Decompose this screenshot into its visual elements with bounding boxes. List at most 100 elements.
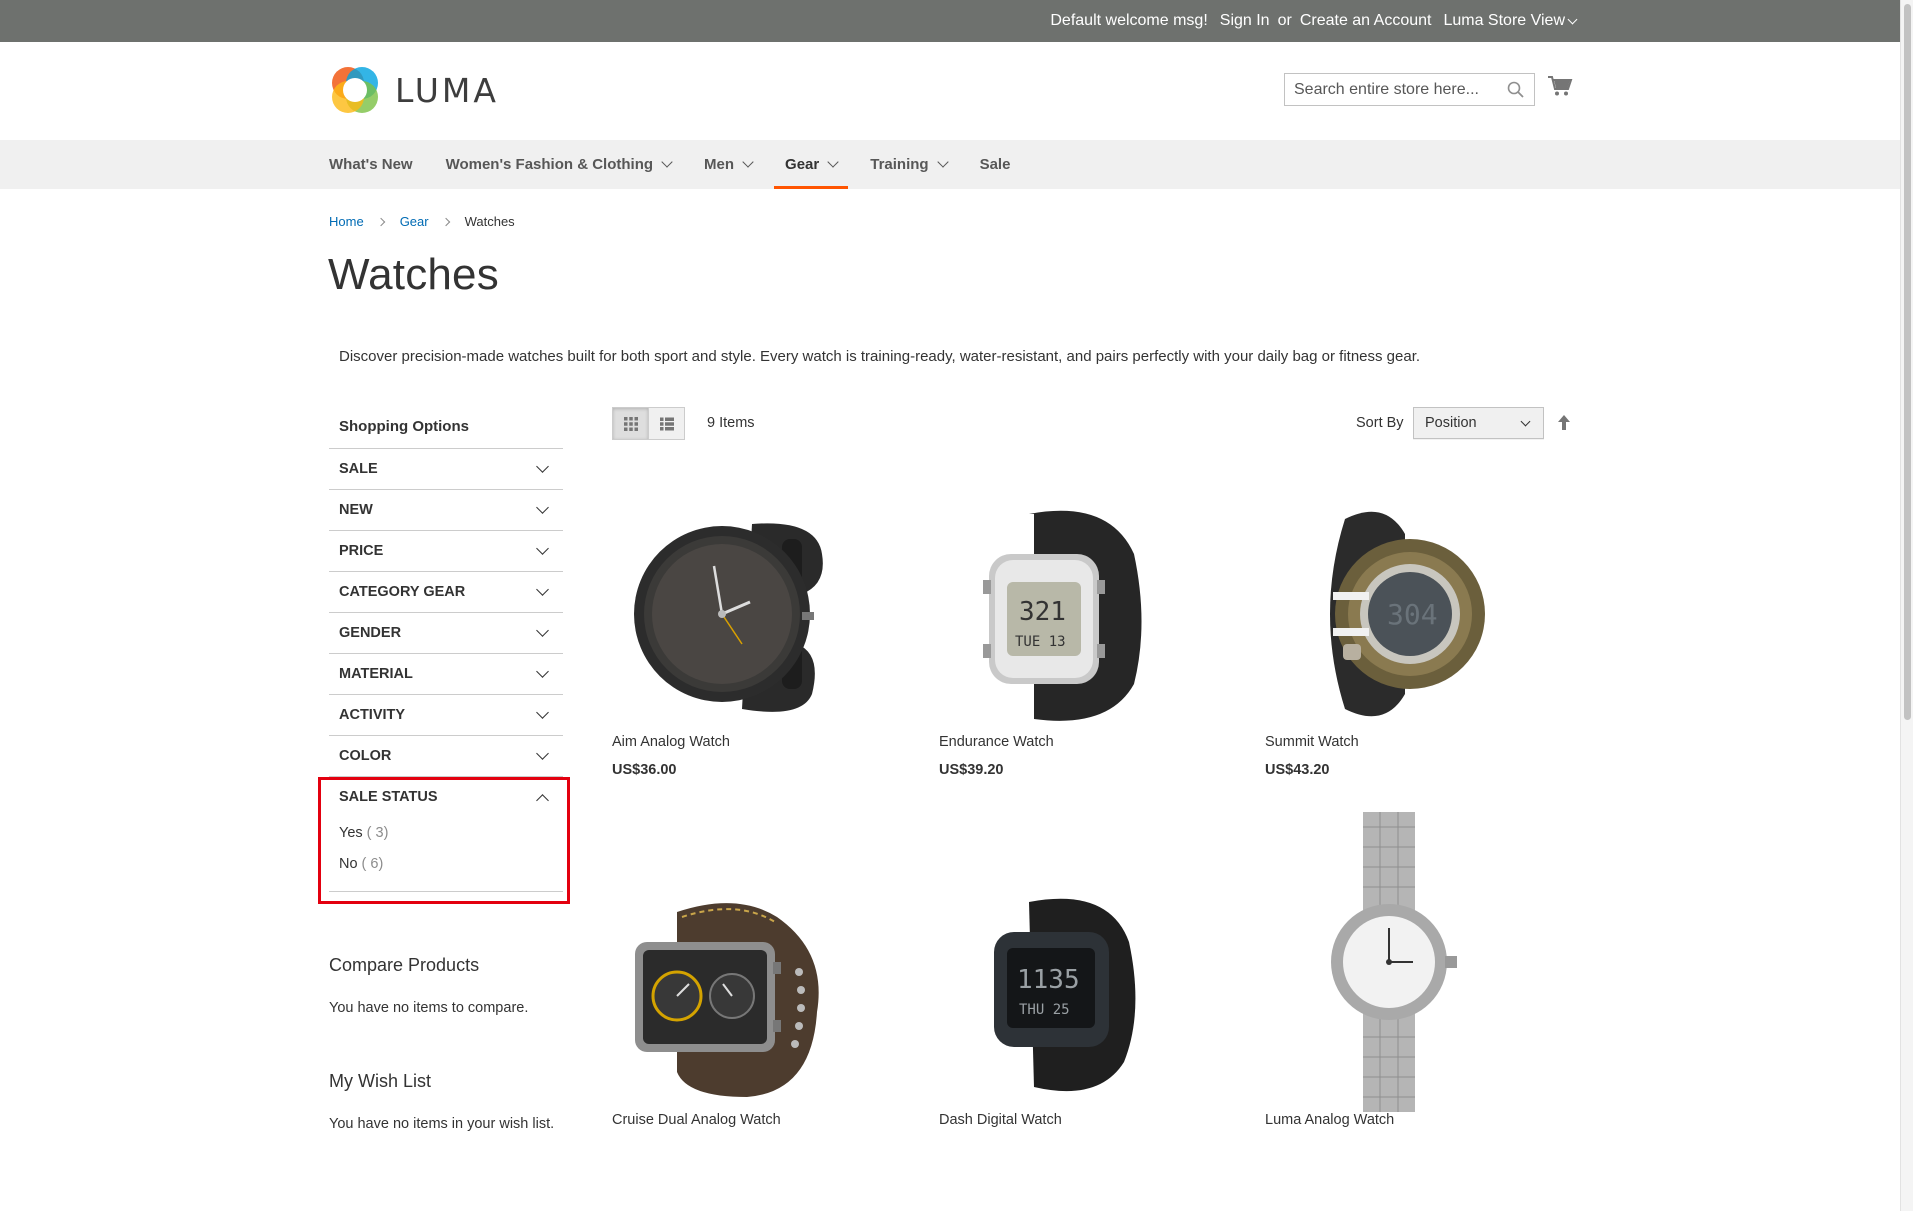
chevron-down-icon (536, 541, 549, 555)
svg-text:TUE 13: TUE 13 (1015, 634, 1066, 650)
compare-products-title: Compare Products (329, 955, 480, 975)
filter-sale[interactable]: SALE (329, 448, 563, 489)
filter-gender[interactable]: GENDER (329, 612, 563, 653)
page-title: Watches (328, 250, 499, 299)
chevron-down-icon (536, 705, 549, 719)
search-box[interactable] (1284, 73, 1535, 106)
luma-logo-icon (332, 67, 378, 113)
chevron-down-icon (536, 500, 549, 514)
main-navigation: What's New Women's Fashion & Clothing Me… (0, 140, 1900, 189)
chevron-down-icon (661, 156, 673, 168)
sign-in-link[interactable]: Sign In (1220, 12, 1270, 30)
store-view-label: Luma Store View (1443, 12, 1565, 29)
list-view-button[interactable] (648, 407, 685, 440)
header-links: Default welcome msg! Sign In or Create a… (1050, 0, 1578, 42)
chevron-down-icon (1567, 14, 1578, 24)
logo-text: LUMA (395, 70, 499, 110)
nav-item-sale[interactable]: Sale (969, 140, 1022, 189)
compare-products-text: You have no items to compare. (329, 1000, 529, 1016)
product-name-link[interactable]: Aim Analog Watch (612, 734, 852, 750)
create-account-link[interactable]: Create an Account (1300, 12, 1432, 30)
nav-menu: What's New Women's Fashion & Clothing Me… (329, 140, 1032, 189)
top-bar: Default welcome msg! Sign In or Create a… (0, 0, 1900, 42)
watch-dual-brown-icon[interactable] (612, 872, 852, 1112)
nav-item-men[interactable]: Men (693, 140, 763, 189)
product-name-link[interactable]: Summit Watch (1265, 734, 1505, 750)
breadcrumb-home-link[interactable]: Home (329, 214, 364, 229)
product-item[interactable]: 1135 THU 25 Dash Digital Watch (939, 872, 1179, 1128)
luma-logo[interactable]: LUMA (329, 64, 499, 116)
chevron-down-icon (742, 156, 754, 168)
filter-label: COLOR (339, 748, 392, 764)
filter-new[interactable]: NEW (329, 489, 563, 530)
nav-item-womens[interactable]: Women's Fashion & Clothing (435, 140, 682, 189)
breadcrumb-gear-link[interactable]: Gear (400, 214, 429, 229)
page-scrollbar[interactable] (1900, 0, 1913, 1211)
grid-view-button[interactable] (612, 407, 649, 440)
search-input[interactable] (1285, 74, 1500, 105)
product-item[interactable]: 321 TUE 13 Endurance Watch US$39.20 (939, 494, 1179, 778)
nav-item-label: What's New (329, 156, 413, 173)
product-price: US$43.20 (1265, 762, 1330, 778)
filter-color[interactable]: COLOR (329, 735, 563, 776)
breadcrumb: Home Gear Watches (329, 214, 515, 229)
nav-item-training[interactable]: Training (859, 140, 957, 189)
wishlist-text: You have no items in your wish list. (329, 1116, 555, 1132)
highlight-box (318, 777, 570, 904)
watch-digital-silver-icon[interactable]: 321 TUE 13 (939, 494, 1179, 734)
chevron-right-icon (441, 217, 450, 226)
sort-direction-arrow-icon[interactable] (1557, 414, 1571, 436)
filter-material[interactable]: MATERIAL (329, 653, 563, 694)
product-item[interactable]: 304 Summit Watch US$43.20 (1265, 494, 1505, 778)
page-header: LUMA (0, 42, 1900, 140)
chevron-right-icon (376, 217, 385, 226)
or-text: or (1277, 12, 1292, 29)
grid-icon (623, 416, 638, 431)
product-name-link[interactable]: Luma Analog Watch (1265, 1112, 1505, 1128)
chevron-down-icon (1520, 416, 1531, 427)
chevron-down-icon (536, 746, 549, 760)
breadcrumb-current: Watches (464, 214, 515, 229)
chevron-down-icon (536, 664, 549, 678)
items-count: 9 Items (707, 415, 755, 431)
shopping-options-title: Shopping Options (339, 417, 469, 435)
watch-analog-black-icon[interactable] (612, 494, 852, 734)
product-item[interactable]: Luma Analog Watch (1265, 812, 1505, 1128)
chevron-down-icon (536, 459, 549, 473)
nav-item-whats-new[interactable]: What's New (329, 140, 424, 189)
search-icon[interactable] (1507, 81, 1524, 103)
filter-label: MATERIAL (339, 666, 413, 682)
filter-label: CATEGORY GEAR (339, 584, 466, 600)
store-switcher[interactable]: Luma Store View (1443, 12, 1578, 30)
chevron-down-icon (536, 623, 549, 637)
product-price: US$39.20 (939, 762, 1004, 778)
filter-price[interactable]: PRICE (329, 530, 563, 571)
category-description: Discover precision-made watches built fo… (339, 348, 1421, 365)
watch-metal-bracelet-icon[interactable] (1265, 812, 1505, 1112)
product-item[interactable]: Aim Analog Watch US$36.00 (612, 494, 852, 778)
nav-item-gear[interactable]: Gear (774, 140, 849, 189)
svg-text:THU 25: THU 25 (1019, 1002, 1070, 1018)
list-icon (659, 417, 674, 430)
sort-by-select[interactable]: Position (1413, 407, 1544, 439)
scrollbar-thumb[interactable] (1904, 4, 1911, 720)
nav-item-label: Women's Fashion & Clothing (445, 156, 654, 173)
cart-icon[interactable] (1547, 75, 1573, 102)
product-item[interactable]: Cruise Dual Analog Watch (612, 872, 852, 1128)
chevron-down-icon (536, 582, 549, 596)
product-name-link[interactable]: Dash Digital Watch (939, 1112, 1179, 1128)
chevron-down-icon (827, 156, 839, 168)
nav-item-label: Training (870, 156, 929, 173)
filter-label: ACTIVITY (339, 707, 406, 723)
filter-label: GENDER (339, 625, 402, 641)
watch-digital-black-icon[interactable]: 1135 THU 25 (939, 872, 1179, 1112)
watch-digital-olive-icon[interactable]: 304 (1265, 494, 1505, 734)
filter-activity[interactable]: ACTIVITY (329, 694, 563, 735)
filter-label: SALE (339, 461, 378, 477)
filter-label: NEW (339, 502, 373, 518)
sort-by-value: Position (1425, 415, 1477, 431)
product-name-link[interactable]: Endurance Watch (939, 734, 1179, 750)
wishlist-title: My Wish List (329, 1071, 432, 1091)
filter-category-gear[interactable]: CATEGORY GEAR (329, 571, 563, 612)
product-name-link[interactable]: Cruise Dual Analog Watch (612, 1112, 852, 1128)
